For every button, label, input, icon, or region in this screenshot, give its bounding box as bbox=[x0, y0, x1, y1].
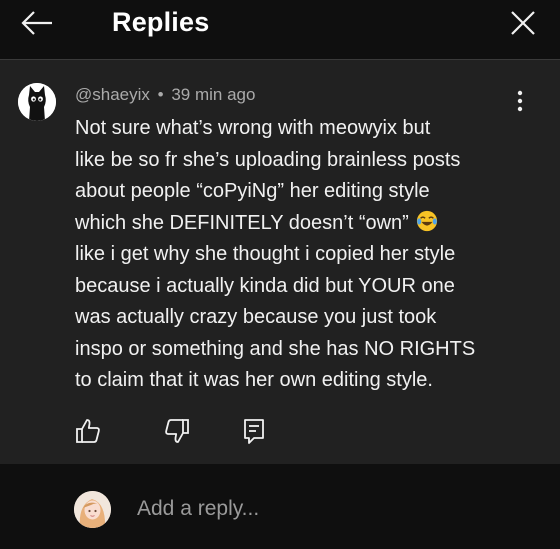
comment-actions bbox=[0, 416, 560, 452]
comment-line: to claim that it was her own editing sty… bbox=[75, 369, 433, 391]
comment-line: like i get why she thought i copied her … bbox=[75, 243, 456, 265]
page-title: Replies bbox=[112, 7, 210, 37]
close-button[interactable] bbox=[508, 8, 538, 38]
comment-line: which she DEFINITELY doesn’t “own” bbox=[75, 211, 409, 234]
comment-line: because i actually kinda did but YOUR on… bbox=[75, 274, 455, 297]
face-with-tears-of-joy-emoji bbox=[417, 210, 438, 231]
comment-line: Not sure what’s wrong with meowyix but bbox=[75, 117, 431, 139]
comment-author[interactable]: @shaeyix bbox=[75, 85, 150, 104]
reply-icon bbox=[244, 419, 264, 444]
user-avatar-icon bbox=[74, 491, 111, 528]
black-cat-avatar-icon bbox=[18, 83, 56, 121]
reply-button[interactable] bbox=[240, 416, 274, 450]
comment-line: was actually crazy because you just took bbox=[75, 306, 437, 328]
more-vertical-icon bbox=[517, 90, 523, 112]
comment-line-with-emoji: which she DEFINITELY doesn’t “own” bbox=[75, 208, 545, 240]
meta-separator: • bbox=[157, 85, 164, 104]
comment-line: about people “coPyiNg” her editing style bbox=[75, 180, 430, 202]
back-button[interactable] bbox=[20, 8, 54, 38]
avatar[interactable] bbox=[74, 491, 111, 528]
thumbs-down-icon bbox=[165, 419, 189, 443]
like-button[interactable] bbox=[73, 416, 107, 450]
reply-bar bbox=[0, 464, 560, 549]
reply-input[interactable] bbox=[137, 497, 517, 521]
comment-line: inspo or something and she has NO RIGHTS bbox=[75, 337, 476, 360]
arrow-left-icon bbox=[21, 11, 52, 35]
comment-text: Not sure what’s wrong with meowyix but l… bbox=[75, 113, 545, 397]
thumbs-up-icon bbox=[76, 419, 100, 443]
more-options-button[interactable] bbox=[508, 88, 532, 114]
comment-time: 39 min ago bbox=[171, 85, 256, 104]
comment-card: @shaeyix • 39 min ago Not sure what’s wr… bbox=[0, 60, 560, 464]
comment-meta: @shaeyix • 39 min ago bbox=[75, 85, 255, 105]
header: Replies bbox=[0, 0, 560, 46]
comment-line: like be so fr she’s uploading brainless … bbox=[75, 148, 461, 171]
dislike-button[interactable] bbox=[162, 416, 196, 450]
avatar[interactable] bbox=[18, 83, 56, 121]
close-icon bbox=[511, 11, 535, 35]
